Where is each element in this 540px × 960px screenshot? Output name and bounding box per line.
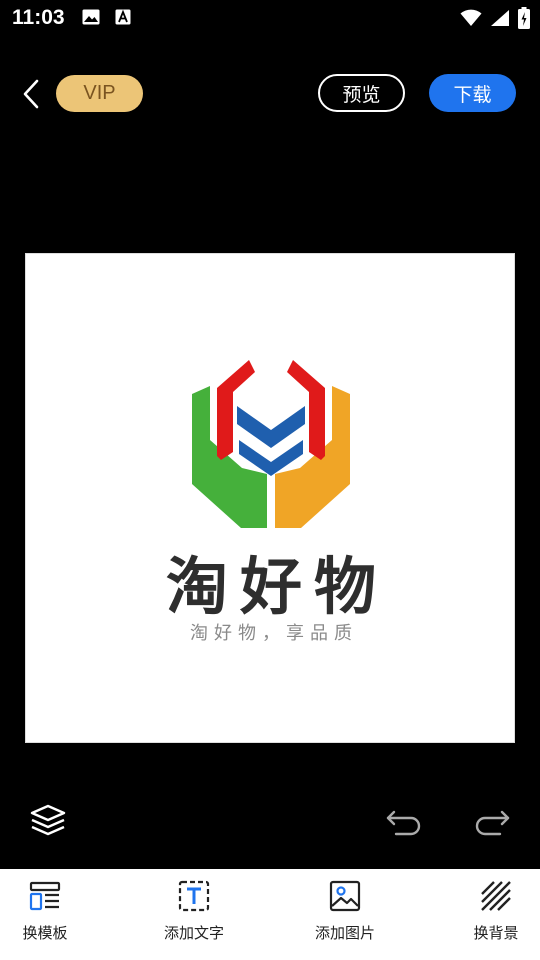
bottom-nav: 换模板 添加文字 添加图片 换背景 <box>0 869 540 960</box>
status-bar: 11:03 <box>0 0 540 36</box>
slogan-text[interactable]: 淘好物，享品质 <box>26 619 516 645</box>
layers-button[interactable] <box>28 803 68 841</box>
nav-label-change-template: 换模板 <box>22 924 68 942</box>
redo-button[interactable] <box>472 806 512 836</box>
nav-item-add-image[interactable]: 添加图片 <box>290 869 400 960</box>
nav-item-change-template[interactable]: 换模板 <box>0 869 100 960</box>
download-button[interactable]: 下载 <box>429 74 516 112</box>
preview-button[interactable]: 预览 <box>318 74 405 112</box>
nav-label-add-image: 添加图片 <box>314 924 375 942</box>
logo-mark-icon[interactable] <box>189 356 353 528</box>
vip-button[interactable]: VIP <box>56 75 143 112</box>
nav-item-change-background[interactable]: 换背景 <box>441 869 540 960</box>
nav-label-change-background: 换背景 <box>473 924 519 942</box>
status-indicators <box>460 6 530 30</box>
undo-icon <box>386 810 421 836</box>
chevron-left-icon <box>23 79 39 109</box>
gallery-notification-icon <box>82 9 100 25</box>
template-icon <box>29 881 61 911</box>
signal-icon <box>491 10 509 26</box>
redo-icon <box>475 810 510 836</box>
nav-item-add-text[interactable]: 添加文字 <box>139 869 249 960</box>
nav-label-add-text: 添加文字 <box>163 924 224 942</box>
status-time: 11:03 <box>12 6 65 29</box>
design-canvas[interactable]: 淘好物 淘好物，享品质 <box>25 253 515 743</box>
wifi-icon <box>460 9 482 26</box>
background-icon <box>481 881 511 911</box>
text-icon <box>178 880 210 912</box>
brand-name-text[interactable]: 淘好物 <box>26 536 516 626</box>
layers-icon <box>30 804 66 836</box>
undo-button[interactable] <box>384 806 424 836</box>
image-icon <box>329 880 361 912</box>
battery-icon <box>518 7 530 29</box>
a-notification-icon <box>115 9 131 25</box>
back-button[interactable] <box>14 76 48 112</box>
